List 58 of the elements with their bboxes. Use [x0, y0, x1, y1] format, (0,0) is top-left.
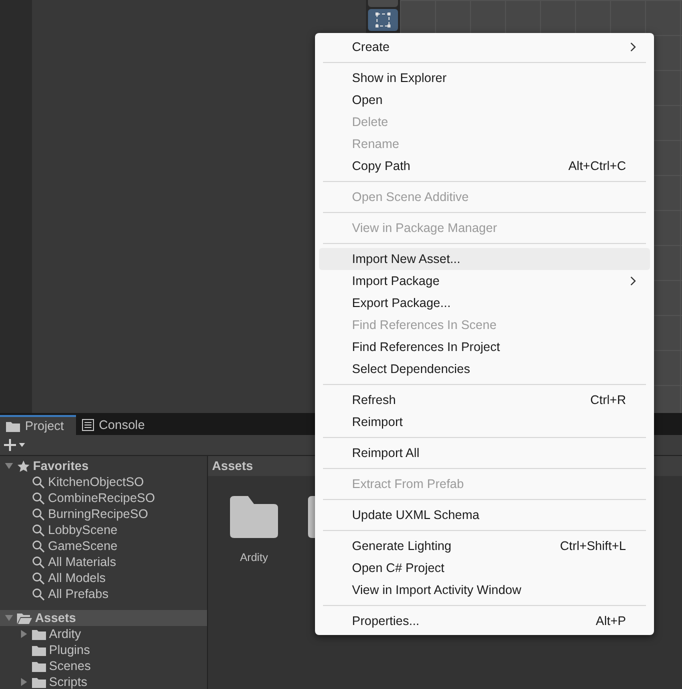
- menu-item[interactable]: Export Package...: [319, 292, 650, 314]
- search-icon: [32, 556, 45, 568]
- panel-tab[interactable]: Project: [0, 415, 76, 435]
- menu-item[interactable]: Refresh Ctrl+R: [319, 389, 650, 411]
- tree-item[interactable]: All Materials: [0, 554, 207, 570]
- search-icon: [32, 524, 45, 536]
- tree-item[interactable]: Plugins: [0, 642, 207, 658]
- breadcrumb[interactable]: Assets: [212, 459, 253, 473]
- folder-icon: [6, 420, 20, 432]
- menu-item[interactable]: Copy Path Alt+Ctrl+C: [319, 155, 650, 177]
- tree-item[interactable]: Assets: [0, 610, 207, 626]
- tree-item[interactable]: Scripts: [0, 674, 207, 689]
- search-icon: [32, 492, 45, 504]
- menu-item[interactable]: Select Dependencies: [319, 358, 650, 380]
- menu-item[interactable]: View in Import Activity Window: [319, 579, 650, 601]
- collapsed-arrow-icon[interactable]: [19, 677, 29, 687]
- collapsed-arrow-icon[interactable]: [19, 629, 29, 639]
- folder-icon: [32, 660, 46, 672]
- tree-item[interactable]: All Prefabs: [0, 586, 207, 602]
- menu-item[interactable]: Generate Lighting Ctrl+Shift+L: [319, 535, 650, 557]
- menu-item[interactable]: Properties... Alt+P: [319, 610, 650, 632]
- rect-tool-button[interactable]: [368, 9, 398, 31]
- menu-item[interactable]: Import New Asset...: [319, 248, 650, 270]
- folder-icon: [32, 676, 46, 688]
- star-icon: [17, 460, 30, 472]
- tree-item[interactable]: GameScene: [0, 538, 207, 554]
- search-icon: [32, 572, 45, 584]
- rect-select-icon: [375, 12, 391, 28]
- menu-item[interactable]: Open C# Project: [319, 557, 650, 579]
- menu-item[interactable]: Create: [319, 36, 650, 58]
- tree-item[interactable]: Scenes: [0, 658, 207, 674]
- menu-item[interactable]: Find References In Project: [319, 336, 650, 358]
- folder-icon: [32, 628, 46, 640]
- open-folder-icon: [17, 612, 32, 624]
- search-icon: [32, 508, 45, 520]
- menu-item[interactable]: Update UXML Schema: [319, 504, 650, 526]
- search-icon: [32, 540, 45, 552]
- expanded-arrow-icon[interactable]: [4, 613, 14, 623]
- folder-icon: [32, 644, 46, 656]
- tree-item[interactable]: BurningRecipeSO: [0, 506, 207, 522]
- asset-label[interactable]: Ardity: [240, 552, 268, 564]
- search-icon: [32, 476, 45, 488]
- folder-icon[interactable]: [230, 496, 278, 538]
- tree-item[interactable]: Favorites: [0, 458, 207, 474]
- tree-item[interactable]: KitchenObjectSO: [0, 474, 207, 490]
- tree-item[interactable]: All Models: [0, 570, 207, 586]
- tree-item[interactable]: Ardity: [0, 626, 207, 642]
- tree-item[interactable]: CombineRecipeSO: [0, 490, 207, 506]
- menu-item[interactable]: Import Package: [319, 270, 650, 292]
- console-icon: [82, 419, 94, 431]
- panel-tab[interactable]: Console: [76, 415, 157, 435]
- expanded-arrow-icon[interactable]: [4, 461, 14, 471]
- search-icon: [32, 588, 45, 600]
- menu-item[interactable]: Reimport: [319, 411, 650, 433]
- tree-item[interactable]: LobbyScene: [0, 522, 207, 538]
- menu-item[interactable]: Open: [319, 89, 650, 111]
- menu-item[interactable]: Show in Explorer: [319, 67, 650, 89]
- menu-item[interactable]: Reimport All: [319, 442, 650, 464]
